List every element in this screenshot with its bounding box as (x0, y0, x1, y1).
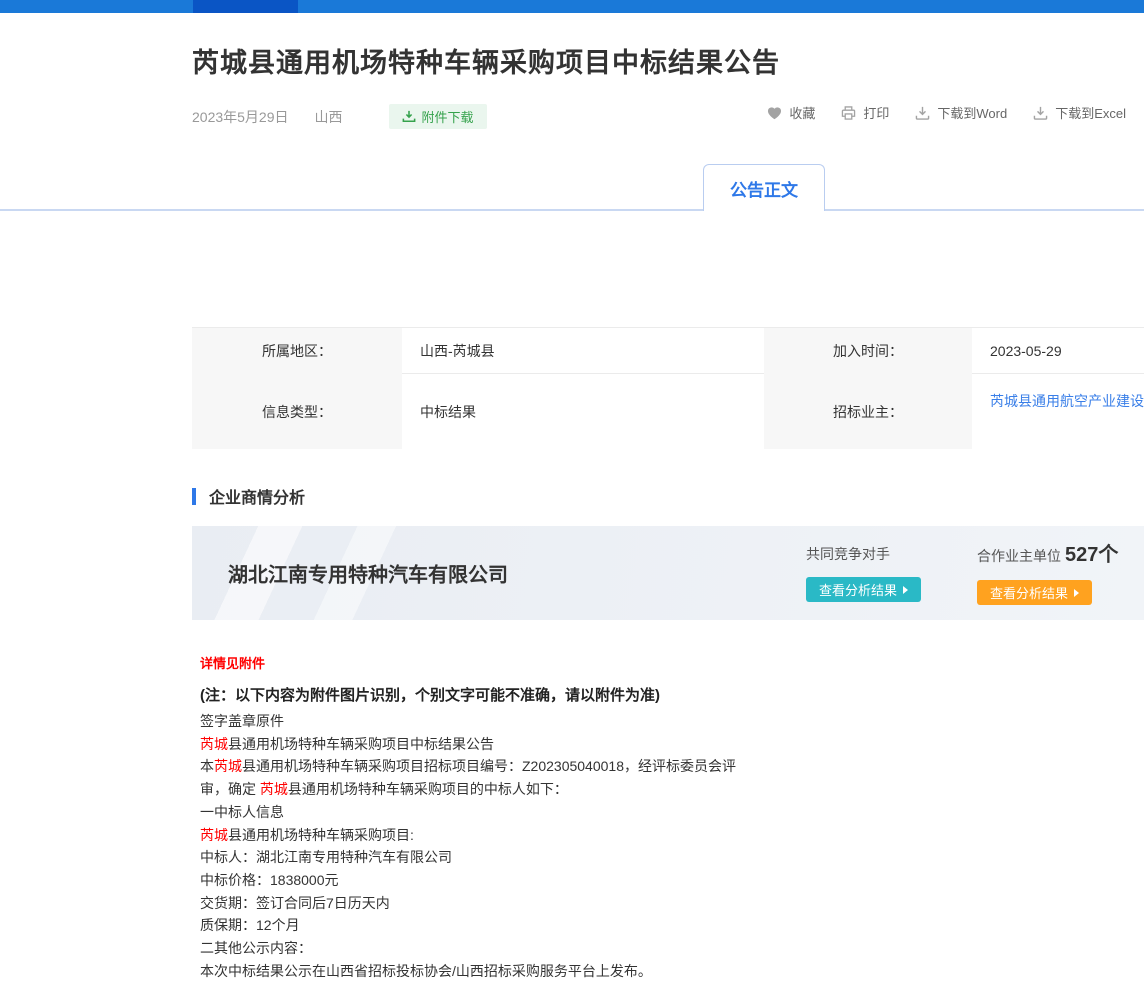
top-nav-active-segment[interactable] (193, 0, 298, 13)
body-line: 中标人：湖北江南专用特种汽车有限公司 (200, 846, 1144, 869)
body-text-segment: 县通用机场特种车辆采购项目中标结果公告 (228, 736, 494, 752)
body-line: 签字盖章原件 (200, 710, 1144, 733)
info-label-region: 所属地区： (192, 328, 402, 374)
section-header: 企业商情分析 (192, 484, 1144, 508)
main-content: 芮城县通用机场特种车辆采购项目中标结果公告 2023年5月29日 山西 附件下载… (192, 13, 1144, 982)
highlighted-keyword: 芮城 (200, 827, 228, 843)
highlighted-keyword: 芮城 (260, 781, 288, 797)
view-button-label: 查看分析结果 (990, 583, 1068, 602)
body-line: 中标价格：1838000元 (200, 869, 1144, 892)
body-line: 审，确定 芮城县通用机场特种车辆采购项目的中标人如下： (200, 778, 1144, 801)
company-name: 湖北江南专用特种汽车有限公司 (228, 559, 508, 588)
info-label-added-time: 加入时间： (764, 328, 972, 374)
body-text-segment: 中标人：湖北江南专用特种汽车有限公司 (200, 849, 452, 865)
attachment-download-label: 附件下载 (422, 107, 474, 126)
body-line: 本芮城县通用机场特种车辆采购项目招标项目编号：Z202305040018，经评标… (200, 755, 1144, 778)
body-line: 一中标人信息 (200, 801, 1144, 824)
body-text-segment: 县通用机场特种车辆采购项目: (228, 827, 414, 843)
highlighted-keyword: 芮城 (214, 758, 242, 774)
company-analysis-card: 湖北江南专用特种汽车有限公司 共同竞争对手 查看分析结果 合作业主单位527个 … (192, 526, 1144, 620)
body-text-segment: 质保期：12个月 (200, 917, 300, 933)
info-label-tender-owner: 招标业主： (764, 374, 972, 449)
see-attachment-notice: 详情见附件 (200, 653, 1144, 672)
body-text-segment: 本次中标结果公示在山西省招标投标协会/山西招标采购服务平台上发布。 (200, 963, 652, 979)
body-line: 质保期：12个月 (200, 914, 1144, 937)
tab-label: 公告正文 (730, 176, 798, 201)
body-text-segment: 中标价格：1838000元 (200, 872, 339, 888)
body-line: 二其他公示内容： (200, 937, 1144, 960)
body-text-segment: 二其他公示内容： (200, 940, 312, 956)
highlighted-keyword: 芮城 (200, 736, 228, 752)
info-value-tender-owner: 芮城县通用航空产业建设发 (972, 374, 1144, 449)
body-text-segment: 县通用机场特种车辆采购项目的中标人如下： (288, 781, 568, 797)
section-accent-bar (192, 488, 196, 505)
partner-count: 527个 (1065, 544, 1118, 566)
body-line: 芮城县通用机场特种车辆采购项目: (200, 824, 1144, 847)
info-value-info-type: 中标结果 (402, 374, 764, 449)
publish-date: 2023年5月29日 (192, 107, 289, 127)
view-competitor-analysis-button[interactable]: 查看分析结果 (806, 577, 921, 602)
body-text-segment: 本 (200, 758, 214, 774)
body-text-segment: 一中标人信息 (200, 804, 284, 820)
info-value-region: 山西-芮城县 (402, 328, 764, 374)
page-title: 芮城县通用机场特种车辆采购项目中标结果公告 (192, 41, 1144, 80)
body-text-segment: 交货期：签订合同后7日历天内 (200, 895, 390, 911)
competitor-block: 共同竞争对手 查看分析结果 (806, 544, 921, 602)
body-line: 芮城县通用机场特种车辆采购项目中标结果公告 (200, 733, 1144, 756)
body-text-segment: 审，确定 (200, 781, 260, 797)
info-table: 所属地区： 山西-芮城县 加入时间： 2023-05-29 信息类型： 中标结果… (192, 327, 1144, 449)
competitor-label: 共同竞争对手 (806, 544, 921, 564)
body-text-segment: 签字盖章原件 (200, 713, 284, 729)
info-label-info-type: 信息类型： (192, 374, 402, 449)
tender-owner-link[interactable]: 芮城县通用航空产业建设发 (990, 391, 1144, 411)
info-value-added-time: 2023-05-29 (972, 328, 1144, 374)
view-partner-analysis-button[interactable]: 查看分析结果 (977, 580, 1092, 605)
top-nav-bar (0, 0, 1144, 13)
download-icon (402, 110, 416, 123)
region-label: 山西 (315, 107, 343, 127)
partner-label-text: 合作业主单位 (977, 548, 1061, 564)
view-button-label: 查看分析结果 (819, 580, 897, 599)
meta-row: 2023年5月29日 山西 附件下载 (192, 104, 1144, 129)
body-text-segment: 县通用机场特种车辆采购项目招标项目编号：Z202305040018，经评标委员会… (242, 758, 736, 774)
partner-block: 合作业主单位527个 查看分析结果 (977, 538, 1118, 605)
play-icon (903, 586, 908, 594)
announcement-body: 详情见附件 (注：以下内容为附件图片识别，个别文字可能不准确，请以附件为准) 签… (200, 653, 1144, 982)
body-line: 本次中标结果公示在山西省招标投标协会/山西招标采购服务平台上发布。 (200, 960, 1144, 982)
attachment-download-button[interactable]: 附件下载 (389, 104, 487, 129)
ocr-disclaimer-note: (注：以下内容为附件图片识别，个别文字可能不准确，请以附件为准) (200, 684, 1144, 707)
partner-label: 合作业主单位527个 (977, 538, 1118, 567)
body-line: 交货期：签订合同后7日历天内 (200, 892, 1144, 915)
section-title: 企业商情分析 (209, 484, 305, 508)
play-icon (1074, 589, 1079, 597)
tab-announcement-body[interactable]: 公告正文 (703, 164, 825, 211)
body-text: 签字盖章原件芮城县通用机场特种车辆采购项目中标结果公告本芮城县通用机场特种车辆采… (200, 710, 1144, 982)
